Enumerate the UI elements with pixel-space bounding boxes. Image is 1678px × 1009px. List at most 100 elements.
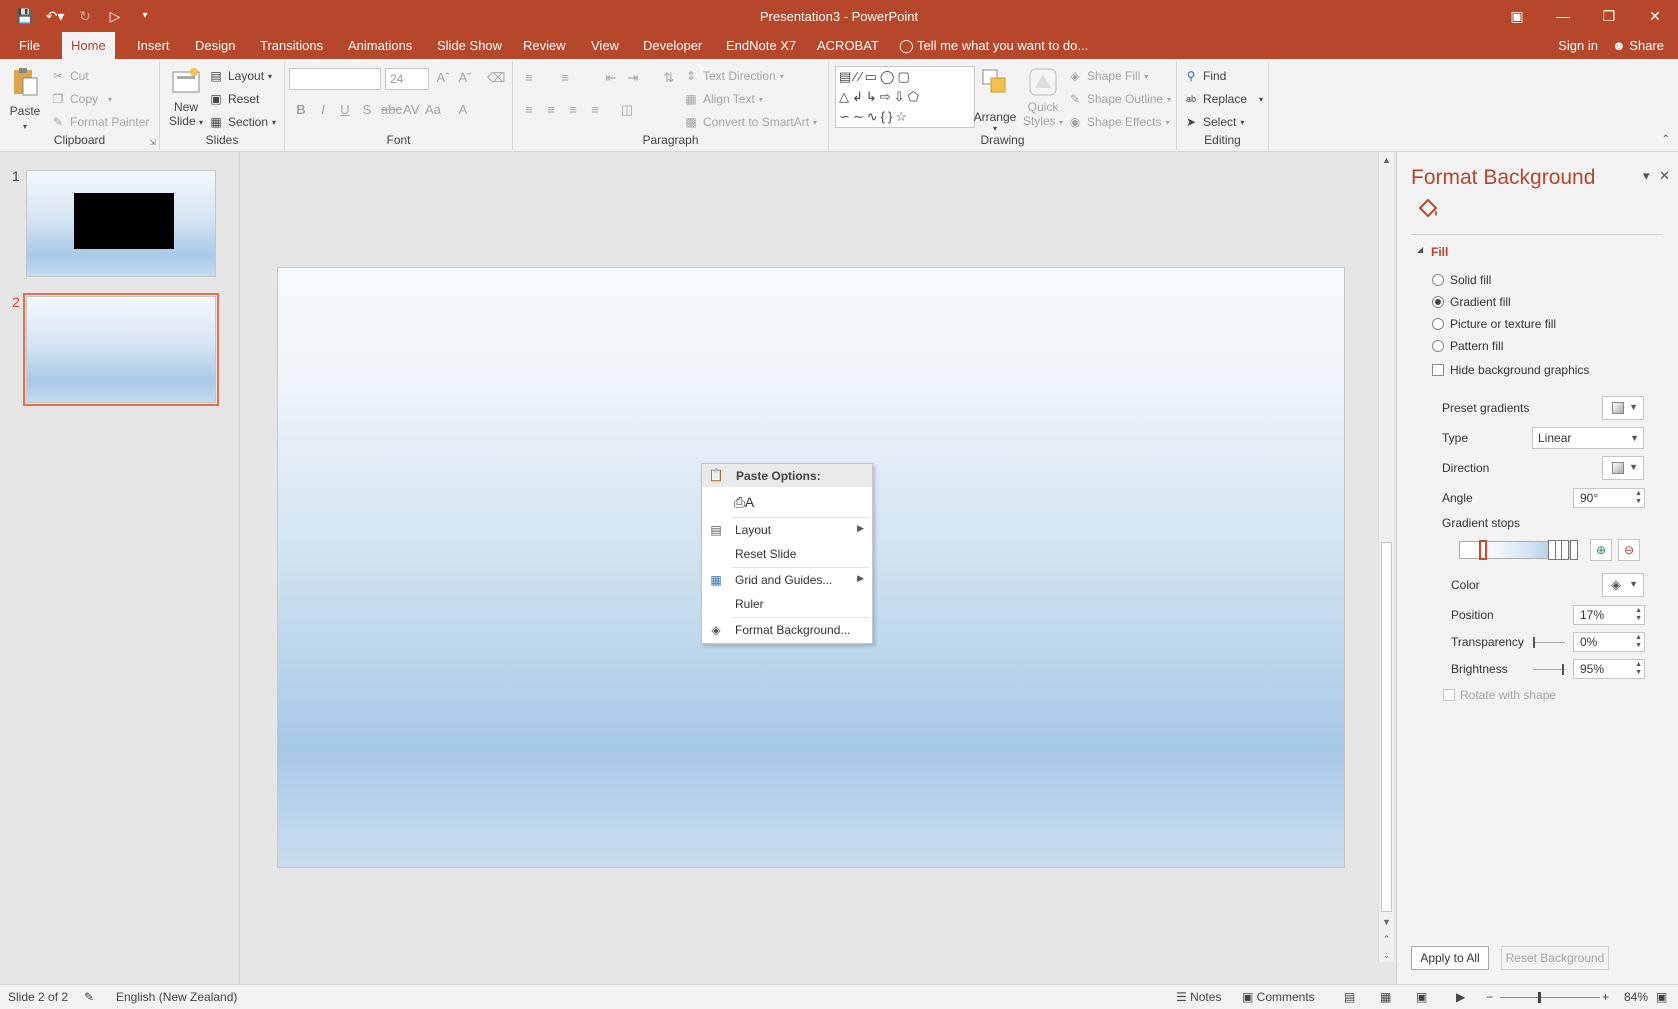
bold-icon[interactable]: B: [293, 102, 309, 117]
tab-slide-show[interactable]: Slide Show: [428, 32, 511, 59]
fit-to-window-icon[interactable]: ▣: [1656, 990, 1667, 1004]
numbering-icon[interactable]: ≡: [557, 70, 573, 86]
keep-text-only-icon[interactable]: ⎙A: [732, 490, 756, 514]
copy-button[interactable]: ❐ Copy ▾: [50, 91, 112, 107]
fill-bucket-icon[interactable]: [1415, 196, 1441, 222]
shape-fill-button[interactable]: ◈ Shape Fill ▾: [1067, 68, 1148, 84]
picture-fill-label[interactable]: Picture or texture fill: [1450, 317, 1556, 331]
menu-item-layout[interactable]: ▤ Layout ▶: [702, 519, 872, 541]
type-dropdown[interactable]: Linear ▼: [1532, 427, 1644, 449]
previous-slide-icon[interactable]: ⌃: [1379, 934, 1394, 945]
transparency-spinner[interactable]: 0% ▲ ▼: [1573, 632, 1645, 652]
increase-indent-icon[interactable]: ⇥: [625, 70, 641, 86]
text-direction-button[interactable]: ⇕ Text Direction ▾: [683, 68, 784, 84]
decrease-indent-icon[interactable]: ⇤: [603, 70, 619, 86]
tab-review[interactable]: Review: [514, 32, 575, 59]
brightness-spinner[interactable]: 95% ▲ ▼: [1573, 659, 1645, 679]
add-gradient-stop-icon[interactable]: ⊕: [1590, 539, 1612, 561]
slider-knob[interactable]: [1561, 664, 1564, 675]
zoom-out-icon[interactable]: −: [1486, 990, 1493, 1004]
scroll-down-icon[interactable]: ▼: [1379, 917, 1394, 927]
shapes-gallery[interactable]: ▤∕∕▭◯▢ △↲↳⇨⇩⬠ ∽∼∿{}☆: [835, 66, 975, 128]
layout-button[interactable]: ▤ Layout ▾: [208, 68, 272, 84]
reading-view-icon[interactable]: ▣: [1416, 990, 1427, 1004]
menu-item-format-background[interactable]: ◈ Format Background...: [702, 619, 872, 641]
collapse-ribbon-icon[interactable]: ⌃: [1662, 134, 1670, 145]
pattern-fill-radio[interactable]: [1432, 340, 1444, 352]
rotate-with-shape-checkbox[interactable]: [1443, 689, 1455, 701]
color-picker-button[interactable]: ◈ ▼: [1602, 573, 1644, 597]
tab-file[interactable]: File: [10, 32, 49, 59]
quick-styles-button[interactable]: Quick Styles ▾: [1021, 66, 1065, 128]
normal-view-icon[interactable]: ▤: [1344, 990, 1355, 1004]
picture-fill-radio[interactable]: [1432, 318, 1444, 330]
new-slide-button[interactable]: New Slide ▾: [166, 66, 206, 128]
convert-smartart-button[interactable]: ▩ Convert to SmartArt ▾: [683, 114, 817, 130]
italic-icon[interactable]: I: [315, 102, 331, 117]
tab-animations[interactable]: Animations: [339, 32, 421, 59]
gradient-stop-marker[interactable]: [1570, 540, 1578, 560]
gradient-fill-radio[interactable]: [1432, 296, 1444, 308]
solid-fill-label[interactable]: Solid fill: [1450, 273, 1491, 287]
tab-developer[interactable]: Developer: [634, 32, 711, 59]
tab-home[interactable]: Home: [62, 32, 115, 59]
gradient-fill-label[interactable]: Gradient fill: [1450, 295, 1511, 309]
transparency-slider[interactable]: [1533, 637, 1565, 648]
zoom-in-icon[interactable]: +: [1602, 990, 1609, 1004]
collapse-section-icon[interactable]: ◢: [1417, 245, 1423, 254]
tab-insert[interactable]: Insert: [128, 32, 179, 59]
replace-button[interactable]: ab Replace ▾: [1183, 91, 1263, 107]
scrollbar-thumb[interactable]: [1381, 542, 1392, 912]
character-spacing-icon[interactable]: AV: [403, 102, 419, 117]
slide-thumbnail-1[interactable]: [26, 170, 216, 277]
position-spinner[interactable]: 17% ▲ ▼: [1573, 605, 1645, 625]
clear-formatting-icon[interactable]: ⌫: [487, 70, 505, 86]
fill-section-header[interactable]: Fill: [1431, 245, 1448, 259]
grow-font-icon[interactable]: Aˆ: [435, 70, 451, 86]
brightness-slider[interactable]: [1533, 664, 1565, 675]
notes-button[interactable]: ☰ Notes: [1176, 990, 1221, 1004]
hide-background-graphics-label[interactable]: Hide background graphics: [1450, 363, 1589, 377]
pattern-fill-label[interactable]: Pattern fill: [1450, 339, 1503, 353]
slide-thumbnail-2[interactable]: [23, 293, 219, 406]
minimize-icon[interactable]: —: [1540, 0, 1586, 32]
cut-button[interactable]: ✂ Cut: [50, 68, 89, 84]
menu-item-grid-and-guides[interactable]: ▦ Grid and Guides... ▶: [702, 569, 872, 591]
slide-sorter-icon[interactable]: ▦: [1380, 990, 1391, 1004]
tab-view[interactable]: View: [582, 32, 628, 59]
menu-item-ruler[interactable]: Ruler: [702, 593, 872, 615]
apply-to-all-button[interactable]: Apply to All: [1411, 946, 1489, 970]
share-button[interactable]: ☻ Share: [1612, 32, 1664, 59]
angle-spinner[interactable]: 90° ▲ ▼: [1573, 488, 1645, 508]
dialog-launcher-icon[interactable]: ⇲: [149, 138, 156, 147]
comments-button[interactable]: ▣ Comments: [1242, 990, 1315, 1004]
shape-outline-button[interactable]: ✎ Shape Outline ▾: [1067, 91, 1171, 107]
close-icon[interactable]: ✕: [1632, 0, 1678, 32]
vertical-scrollbar[interactable]: ▲ ▼ ⌃ ⌄: [1378, 152, 1394, 962]
zoom-level[interactable]: 84%: [1624, 990, 1648, 1004]
tab-transitions[interactable]: Transitions: [251, 32, 332, 59]
remove-gradient-stop-icon[interactable]: ⊖: [1618, 539, 1640, 561]
align-left-icon[interactable]: ≡: [521, 102, 537, 118]
select-button[interactable]: ➤ Select ▾: [1183, 114, 1244, 130]
tell-me-box[interactable]: ◯ Tell me what you want to do...: [890, 32, 1097, 59]
font-color-icon[interactable]: A: [455, 102, 471, 117]
tab-design[interactable]: Design: [186, 32, 244, 59]
preset-gradients-button[interactable]: ▼: [1602, 396, 1644, 420]
direction-button[interactable]: ▼: [1602, 456, 1644, 480]
ribbon-display-options-icon[interactable]: ▣: [1494, 0, 1540, 32]
slide-show-icon[interactable]: ▶: [1456, 990, 1465, 1004]
sign-in-link[interactable]: Sign in: [1558, 32, 1598, 59]
next-slide-icon[interactable]: ⌄: [1379, 950, 1394, 961]
arrange-button[interactable]: Arrange ▾: [973, 66, 1017, 133]
tab-acrobat[interactable]: ACROBAT: [808, 32, 888, 59]
solid-fill-radio[interactable]: [1432, 274, 1444, 286]
zoom-slider[interactable]: [1500, 992, 1600, 1003]
columns-icon[interactable]: ◫: [619, 102, 635, 118]
underline-icon[interactable]: U: [337, 102, 353, 117]
font-name-combo[interactable]: [289, 68, 381, 90]
format-painter-button[interactable]: ✎ Format Painter: [50, 114, 149, 130]
bullets-icon[interactable]: ≡: [521, 70, 537, 86]
section-button[interactable]: ▦ Section ▾: [208, 114, 276, 130]
reset-button[interactable]: ▣ Reset: [208, 91, 259, 107]
